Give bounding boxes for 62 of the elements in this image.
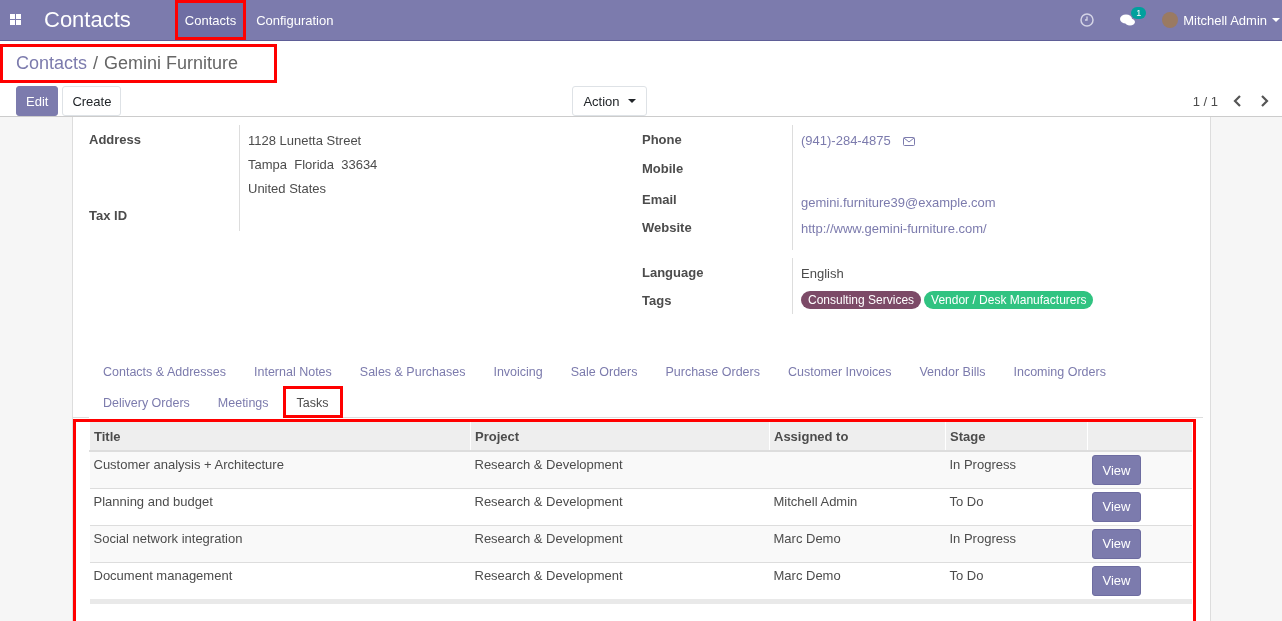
address-line: Tampa Florida 33634 [248, 156, 379, 174]
menu-item[interactable]: Configuration [246, 0, 344, 40]
breadcrumb-current: Gemini Furniture [104, 53, 239, 74]
field-label: Language [642, 264, 705, 282]
field-label: Phone [642, 131, 683, 149]
caret-icon [1272, 18, 1280, 22]
table-cell: Mitchell Admin [773, 493, 858, 509]
address-line: United States [248, 180, 328, 198]
create-button[interactable]: Create [62, 86, 122, 116]
table-cell: To Do [949, 493, 984, 509]
column-header[interactable]: Project [470, 422, 770, 451]
tag: Vendor / Desk Manufacturers [924, 291, 1094, 309]
phone-link[interactable]: (941)-284-4875 [801, 129, 891, 153]
message-count-badge: 1 [1131, 6, 1147, 19]
table-cell: Social network integration [93, 530, 243, 546]
apps-grid-icon[interactable] [10, 14, 22, 26]
table-cell: Research & Development [474, 530, 623, 546]
breadcrumb-separator: / [93, 53, 99, 74]
tag: Consulting Services [801, 291, 922, 309]
view-button[interactable]: View [1091, 455, 1142, 485]
field-label: Email [642, 191, 678, 209]
action-dropdown[interactable]: Action [572, 86, 647, 116]
table-cell: Planning and budget [93, 493, 213, 509]
avatar-icon [1162, 12, 1179, 28]
address-line: 1128 Lunetta Street [248, 132, 363, 150]
field-label: Address [89, 131, 143, 149]
chat-icon[interactable] [1120, 13, 1137, 27]
envelope-icon[interactable] [902, 136, 915, 146]
pager-counter: 1 / 1 [1192, 93, 1218, 109]
chevron-left-icon[interactable] [1232, 95, 1242, 107]
table-cell: Document management [93, 567, 233, 583]
table-cell: Marc Demo [773, 567, 841, 583]
field-link[interactable]: gemini.furniture39@example.com [801, 191, 1192, 215]
user-menu[interactable]: Mitchell Admin [1162, 12, 1280, 28]
breadcrumb-link[interactable]: Contacts [16, 53, 88, 74]
field-label: Tax ID [89, 207, 129, 225]
caret-icon [627, 99, 636, 103]
column-header[interactable]: Title [89, 422, 471, 451]
edit-button[interactable]: Edit [16, 86, 59, 116]
column-header[interactable]: Assigned to [769, 422, 946, 451]
field-value: English [801, 265, 845, 283]
table-cell: Research & Development [474, 567, 623, 583]
field-label: Website [642, 219, 693, 237]
column-header[interactable]: Stage [945, 422, 1088, 451]
table-cell: In Progress [949, 530, 1016, 546]
chevron-right-icon[interactable] [1260, 95, 1270, 107]
menu-item[interactable]: Contacts [174, 0, 247, 40]
field-label: Tags [642, 292, 673, 310]
table-cell: Research & Development [474, 493, 623, 509]
view-button[interactable]: View [1091, 491, 1142, 522]
view-button[interactable]: View [1091, 565, 1142, 596]
table-cell: In Progress [949, 457, 1016, 472]
clock-icon[interactable] [1080, 13, 1095, 27]
table-cell: To Do [949, 567, 984, 583]
table-cell: Research & Development [474, 457, 623, 472]
tab[interactable]: Tasks [282, 386, 343, 418]
field-label: Mobile [642, 160, 685, 178]
table-cell: Customer analysis + Architecture [93, 457, 284, 472]
table-cell: Marc Demo [773, 530, 841, 546]
app-title: Contacts [44, 7, 131, 33]
field-link[interactable]: http://www.gemini-furniture.com/ [801, 217, 1192, 241]
view-button[interactable]: View [1091, 528, 1142, 559]
